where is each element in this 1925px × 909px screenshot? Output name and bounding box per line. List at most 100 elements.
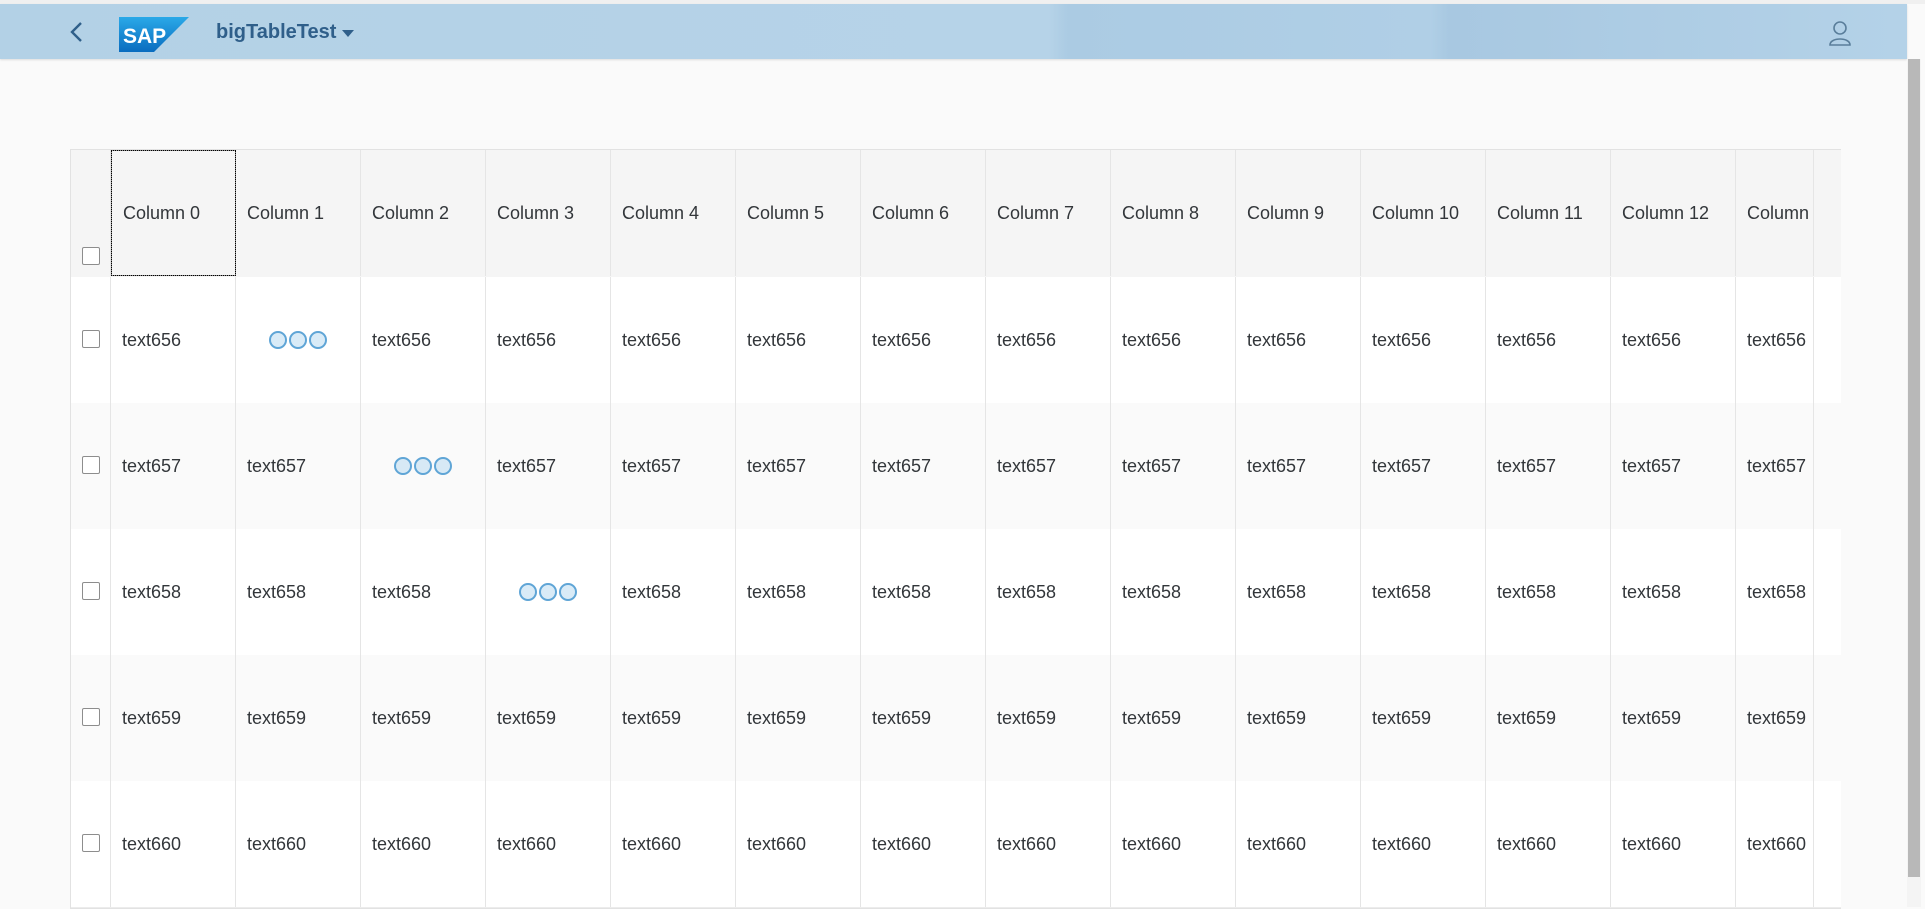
table-cell[interactable]: text660 bbox=[1361, 781, 1486, 907]
table-cell[interactable]: text657 bbox=[1486, 403, 1611, 529]
column-header[interactable]: Column 1 bbox=[236, 150, 361, 276]
table-cell[interactable] bbox=[236, 277, 361, 403]
column-header[interactable]: Column 3 bbox=[486, 150, 611, 276]
back-arrow-icon[interactable] bbox=[66, 20, 90, 44]
table-row[interactable]: text656 text656 text656 text656 text656 text6… bbox=[71, 277, 1841, 404]
table-cell[interactable]: text658 bbox=[1736, 529, 1814, 655]
table-cell[interactable]: text660 bbox=[1611, 781, 1736, 907]
table-cell[interactable]: text658 bbox=[611, 529, 736, 655]
row-select-checkbox[interactable] bbox=[82, 456, 100, 474]
table-cell[interactable]: text658 bbox=[236, 529, 361, 655]
table-cell[interactable] bbox=[486, 529, 611, 655]
table-cell[interactable]: text657 bbox=[1611, 403, 1736, 529]
table-cell[interactable]: text660 bbox=[1486, 781, 1611, 907]
column-header[interactable]: Column 6 bbox=[861, 150, 986, 276]
table-cell[interactable]: text657 bbox=[736, 403, 861, 529]
sap-logo[interactable]: SAP bbox=[119, 17, 189, 52]
user-icon[interactable] bbox=[1828, 20, 1852, 46]
column-header[interactable]: Column 5 bbox=[736, 150, 861, 276]
column-header[interactable]: Column 9 bbox=[1236, 150, 1361, 276]
table-cell[interactable]: text659 bbox=[1361, 655, 1486, 781]
table-cell[interactable]: text657 bbox=[861, 403, 986, 529]
table-cell[interactable]: text659 bbox=[486, 655, 611, 781]
table-cell[interactable]: text660 bbox=[736, 781, 861, 907]
table-cell[interactable]: text658 bbox=[1486, 529, 1611, 655]
table-cell[interactable]: text656 bbox=[1111, 277, 1236, 403]
table-cell[interactable]: text656 bbox=[1611, 277, 1736, 403]
table-cell[interactable]: text656 bbox=[361, 277, 486, 403]
table-cell[interactable]: text658 bbox=[1236, 529, 1361, 655]
table-cell[interactable]: text657 bbox=[236, 403, 361, 529]
column-header[interactable]: Column 4 bbox=[611, 150, 736, 276]
table-cell[interactable]: text657 bbox=[986, 403, 1111, 529]
table-cell[interactable]: text660 bbox=[611, 781, 736, 907]
table-cell[interactable]: text660 bbox=[111, 781, 236, 907]
table-cell[interactable]: text659 bbox=[736, 655, 861, 781]
table-row[interactable]: text658 text658 text658 text658 text658 text6… bbox=[71, 529, 1841, 656]
table-cell[interactable]: text658 bbox=[1111, 529, 1236, 655]
table-cell[interactable]: text658 bbox=[1611, 529, 1736, 655]
table-cell[interactable]: text656 bbox=[986, 277, 1111, 403]
table-cell[interactable]: text658 bbox=[1361, 529, 1486, 655]
table-cell[interactable]: text657 bbox=[1111, 403, 1236, 529]
column-header[interactable]: Column 11 bbox=[1486, 150, 1611, 276]
table-cell[interactable]: text656 bbox=[1486, 277, 1611, 403]
page-scroll-thumb[interactable] bbox=[1908, 59, 1920, 877]
app-title-menu[interactable]: bigTableTest bbox=[216, 21, 355, 44]
table-cell[interactable]: text658 bbox=[361, 529, 486, 655]
table-cell[interactable]: text660 bbox=[861, 781, 986, 907]
table-cell[interactable]: text660 bbox=[1236, 781, 1361, 907]
table-cell[interactable] bbox=[361, 403, 486, 529]
table-cell[interactable]: text656 bbox=[1361, 277, 1486, 403]
table-cell[interactable]: text659 bbox=[1736, 655, 1814, 781]
table-cell[interactable]: text658 bbox=[986, 529, 1111, 655]
page-scrollbar[interactable] bbox=[1907, 59, 1921, 907]
table-cell[interactable]: text656 bbox=[111, 277, 236, 403]
table-cell[interactable]: text660 bbox=[986, 781, 1111, 907]
table-cell[interactable]: text659 bbox=[111, 655, 236, 781]
column-header[interactable]: Column bbox=[1736, 150, 1814, 276]
table-cell[interactable]: text658 bbox=[861, 529, 986, 655]
table-cell[interactable]: text657 bbox=[111, 403, 236, 529]
table-cell[interactable]: text658 bbox=[111, 529, 236, 655]
table-cell[interactable]: text660 bbox=[361, 781, 486, 907]
column-header[interactable]: Column 10 bbox=[1361, 150, 1486, 276]
table-cell[interactable]: text659 bbox=[861, 655, 986, 781]
table-cell[interactable]: text659 bbox=[1611, 655, 1736, 781]
table-row[interactable]: text657 text657 text657 text657 text657 text6… bbox=[71, 403, 1841, 530]
table-cell[interactable]: text659 bbox=[611, 655, 736, 781]
table-cell[interactable]: text656 bbox=[611, 277, 736, 403]
column-header[interactable]: Column 2 bbox=[361, 150, 486, 276]
table-cell[interactable]: text656 bbox=[486, 277, 611, 403]
table-cell[interactable]: text657 bbox=[486, 403, 611, 529]
table-cell[interactable]: text656 bbox=[1736, 277, 1814, 403]
table-cell[interactable]: text656 bbox=[736, 277, 861, 403]
row-select-checkbox[interactable] bbox=[82, 834, 100, 852]
table-cell[interactable]: text656 bbox=[861, 277, 986, 403]
table-cell[interactable]: text660 bbox=[1736, 781, 1814, 907]
table-cell[interactable]: text660 bbox=[486, 781, 611, 907]
row-select-checkbox[interactable] bbox=[82, 330, 100, 348]
column-header[interactable]: Column 7 bbox=[986, 150, 1111, 276]
row-select-checkbox[interactable] bbox=[82, 582, 100, 600]
column-header[interactable]: Column 8 bbox=[1111, 150, 1236, 276]
table-cell[interactable]: text659 bbox=[1486, 655, 1611, 781]
table-cell[interactable]: text660 bbox=[1111, 781, 1236, 907]
table-cell[interactable]: text659 bbox=[361, 655, 486, 781]
column-header[interactable]: Column 12 bbox=[1611, 150, 1736, 276]
table-row[interactable]: text659 text659 text659 text659 text659 text6… bbox=[71, 655, 1841, 782]
table-cell[interactable]: text659 bbox=[986, 655, 1111, 781]
table-cell[interactable]: text657 bbox=[1361, 403, 1486, 529]
table-cell[interactable]: text657 bbox=[1736, 403, 1814, 529]
table-cell[interactable]: text658 bbox=[736, 529, 861, 655]
table-cell[interactable]: text656 bbox=[1236, 277, 1361, 403]
table-cell[interactable]: text657 bbox=[1236, 403, 1361, 529]
table-row[interactable]: text660 text660 text660 text660 text660 text6… bbox=[71, 781, 1841, 908]
row-select-checkbox[interactable] bbox=[82, 708, 100, 726]
table-cell[interactable]: text659 bbox=[1111, 655, 1236, 781]
table-cell[interactable]: text659 bbox=[236, 655, 361, 781]
select-all-checkbox[interactable] bbox=[82, 247, 100, 265]
table-cell[interactable]: text659 bbox=[1236, 655, 1361, 781]
table-cell[interactable]: text660 bbox=[236, 781, 361, 907]
column-header[interactable]: Column 0 bbox=[111, 150, 236, 276]
